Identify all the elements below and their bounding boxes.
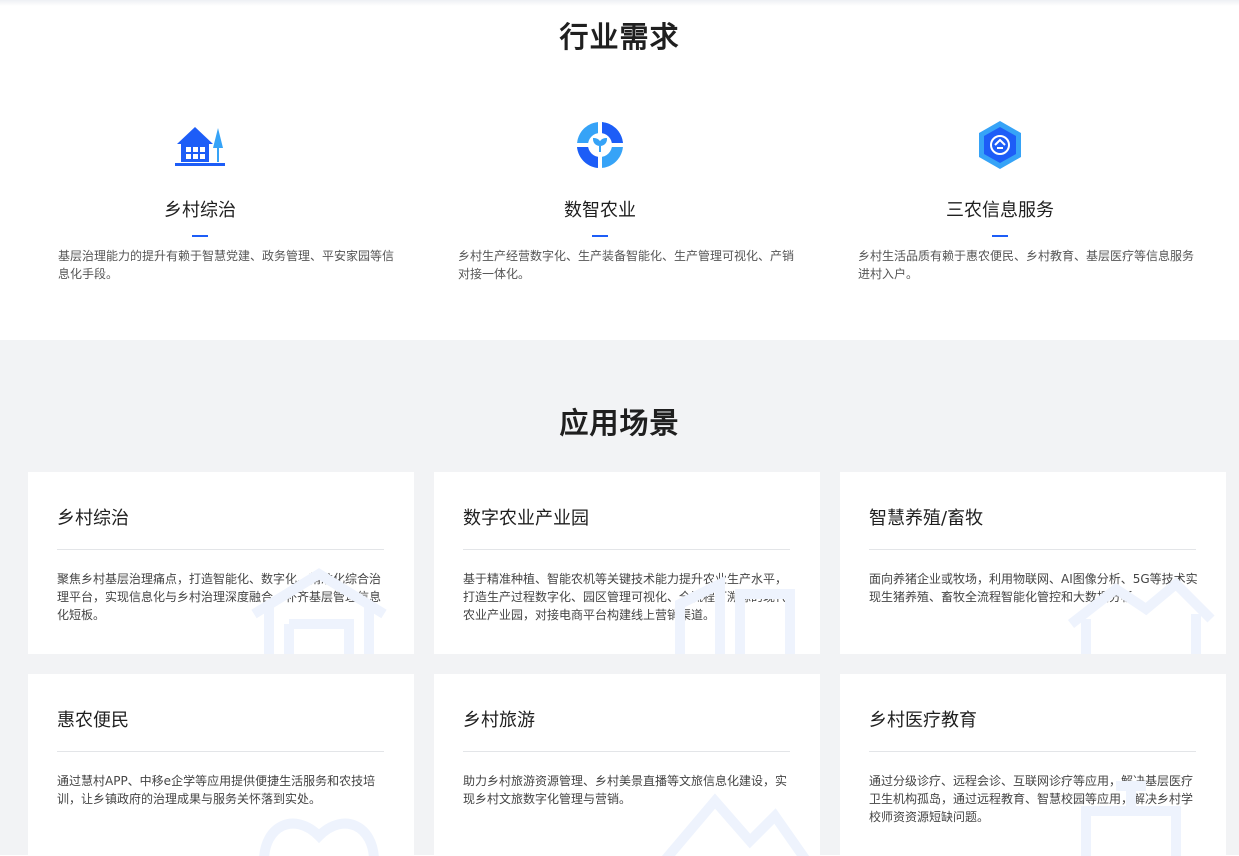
accent-bar xyxy=(992,235,1008,237)
scene-card-title: 智慧养殖/畜牧 xyxy=(869,508,984,529)
scene-card-village-governance[interactable]: 乡村综治 聚焦乡村基层治理痛点，打造智能化、数字化、精准化综合治理平台，实现信息… xyxy=(28,472,414,654)
need-item-village-governance: 乡村综治 基层治理能力的提升有赖于智慧党建、政务管理、平安家园等信息化手段。 xyxy=(0,118,400,283)
divider xyxy=(57,751,384,752)
industry-needs-title: 行业需求 xyxy=(559,20,680,54)
scene-card-title: 乡村医疗教育 xyxy=(869,710,977,731)
barn-watermark-icon xyxy=(1067,577,1215,654)
mountain-watermark-icon xyxy=(661,793,810,856)
need-item-smart-agriculture: 数智农业 乡村生产经营数字化、生产装备智能化、生产管理可视化、产销对接一体化。 xyxy=(400,118,800,283)
scene-card-rural-tourism[interactable]: 乡村旅游 助力乡村旅游资源管理、乡村美景直播等文旅信息化建设，实现乡村文旅数字化… xyxy=(434,674,820,856)
need-name: 数智农业 xyxy=(564,200,636,221)
village-house-icon xyxy=(173,118,227,172)
handshake-watermark-icon xyxy=(259,818,379,856)
scene-card-title: 数字农业产业园 xyxy=(463,508,589,529)
divider xyxy=(57,549,384,550)
scene-card-convenience-service[interactable]: 惠农便民 通过慧村APP、中移e企学等应用提供便捷生活服务和农技培训，让乡镇政府… xyxy=(28,674,414,856)
school-watermark-icon xyxy=(1081,781,1181,856)
accent-bar xyxy=(192,235,208,237)
sprout-circle-icon xyxy=(573,118,627,172)
hexagon-service-icon xyxy=(973,118,1027,172)
need-name: 三农信息服务 xyxy=(946,200,1054,221)
application-scenes-section: 应用场景 乡村综治 聚焦乡村基层治理痛点，打造智能化、数字化、精准化综合治理平台… xyxy=(0,340,1239,856)
need-description: 乡村生产经营数字化、生产装备智能化、生产管理可视化、产销对接一体化。 xyxy=(458,249,795,281)
scene-card-smart-breeding[interactable]: 智慧养殖/畜牧 面向养猪企业或牧场，利用物联网、AI图像分析、5G等技术实现生猪… xyxy=(840,472,1226,654)
divider xyxy=(463,549,790,550)
scene-card-title: 乡村综治 xyxy=(57,508,129,529)
need-description: 乡村生活品质有赖于惠农便民、乡村教育、基层医疗等信息服务进村入户。 xyxy=(858,249,1195,281)
scene-card-digital-agri-park[interactable]: 数字农业产业园 基于精准种植、智能农机等关键技术能力提升农业生产水平，打造生产过… xyxy=(434,472,820,654)
divider xyxy=(869,751,1196,752)
house-watermark-icon xyxy=(251,568,387,654)
divider xyxy=(869,549,1196,550)
scene-card-title: 惠农便民 xyxy=(57,710,129,731)
need-item-agri-info-service: 三农信息服务 乡村生活品质有赖于惠农便民、乡村教育、基层医疗等信息服务进村入户。 xyxy=(800,118,1200,283)
need-name: 乡村综治 xyxy=(164,200,236,221)
scene-card-medical-education[interactable]: 乡村医疗教育 通过分级诊疗、远程会诊、互联网诊疗等应用，解决基层医疗卫生机构孤岛… xyxy=(840,674,1226,856)
divider xyxy=(463,751,790,752)
application-scenes-title: 应用场景 xyxy=(559,406,680,440)
park-watermark-icon xyxy=(675,575,795,654)
header-shadow xyxy=(0,0,1239,6)
need-description: 基层治理能力的提升有赖于智慧党建、政务管理、平安家园等信息化手段。 xyxy=(58,249,395,281)
accent-bar xyxy=(592,235,608,237)
scene-card-title: 乡村旅游 xyxy=(463,710,535,731)
industry-needs-section: 行业需求 乡村综治 基层治理能力的提升有赖于智慧党建、政务管理、平安家园等信息化… xyxy=(0,0,1239,340)
